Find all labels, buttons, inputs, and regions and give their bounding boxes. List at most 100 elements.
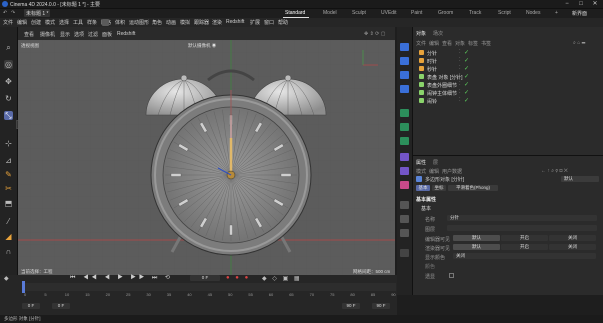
- menu-tools[interactable]: 工具: [73, 19, 83, 26]
- environment-icon[interactable]: [400, 229, 409, 237]
- am-nav-icons[interactable]: ← ↑ ⌕ ⚲ ⊡ ✕: [541, 168, 568, 174]
- live-selection-icon[interactable]: ◎: [4, 60, 13, 69]
- display-color-dropdown[interactable]: 关闭: [453, 253, 596, 259]
- menu-mograph[interactable]: 运动图形: [129, 19, 149, 26]
- effector-icon[interactable]: [400, 137, 409, 145]
- vp-menu-panel[interactable]: 面板: [102, 31, 112, 38]
- tab-paint[interactable]: Paint: [411, 10, 422, 16]
- enabled-check-icon[interactable]: ✓: [464, 89, 469, 96]
- menu-edit[interactable]: 编辑: [17, 19, 27, 26]
- start-frame-field[interactable]: 0 F: [22, 303, 40, 309]
- vp-menu-view[interactable]: 查看: [24, 31, 34, 38]
- tab-nodes[interactable]: Nodes: [526, 10, 540, 16]
- coordinate-system-icon[interactable]: ⊹: [4, 139, 13, 148]
- tab-script[interactable]: Script: [498, 10, 511, 16]
- vp-menu-display[interactable]: 显示: [60, 31, 70, 38]
- enabled-check-icon[interactable]: ✓: [464, 81, 469, 88]
- menu-file[interactable]: 文件: [3, 19, 13, 26]
- knife-icon[interactable]: ✂: [4, 184, 13, 193]
- current-frame-field[interactable]: 0 F: [190, 275, 220, 281]
- redo-icon[interactable]: ↷: [11, 10, 15, 16]
- vis-editor-on[interactable]: 开启: [501, 235, 548, 241]
- spline-pen-icon[interactable]: ✎: [4, 170, 13, 179]
- subsection-basic[interactable]: 基本: [421, 205, 431, 212]
- camera-label[interactable]: 默认摄像机 ◉: [188, 43, 216, 49]
- visibility-dots-icon[interactable]: ⁚: [459, 49, 461, 55]
- menu-mode[interactable]: 模式: [45, 19, 55, 26]
- am-menu-userdata[interactable]: 用户数据: [442, 168, 462, 175]
- tab-uvedit[interactable]: UVEdit: [381, 10, 397, 16]
- 3d-viewport[interactable]: 透视视图 默认摄像机 ◉ 当前选择：工程 网格间距：500 cm: [18, 40, 395, 275]
- om-search-icon[interactable]: ⌕ ⌂ ☰: [573, 40, 585, 46]
- menu-redshift[interactable]: Redshift: [226, 19, 244, 25]
- om-menu-bookmarks[interactable]: 书签: [481, 40, 491, 47]
- playhead[interactable]: [22, 281, 25, 293]
- end-frame-field[interactable]: 90 F: [372, 303, 390, 309]
- document-tab[interactable]: 未标题 1 *: [24, 9, 50, 17]
- menu-simulate[interactable]: 模拟: [180, 19, 190, 26]
- menu-spline[interactable]: 样条: [87, 19, 97, 26]
- spline-icon[interactable]: [400, 57, 409, 65]
- subtab-basic[interactable]: 基本: [416, 185, 430, 191]
- enabled-check-icon[interactable]: ✓: [464, 97, 469, 104]
- field-icon[interactable]: [400, 153, 409, 161]
- vis-render-default[interactable]: 默认: [453, 244, 500, 250]
- am-menu-mode[interactable]: 模式: [416, 168, 426, 175]
- array-icon[interactable]: [400, 85, 409, 93]
- enabled-check-icon[interactable]: ✓: [464, 49, 469, 56]
- new-layout-button[interactable]: 新界面: [572, 10, 587, 17]
- light-icon[interactable]: [400, 215, 409, 223]
- zoom-icon[interactable]: ⌕: [4, 43, 13, 52]
- om-menu-view[interactable]: 查看: [442, 40, 452, 47]
- subtab-coord[interactable]: 坐标: [432, 185, 446, 191]
- object-row[interactable]: 秒针 ⁚ ✓: [413, 65, 603, 73]
- vis-render-on[interactable]: 开启: [501, 244, 548, 250]
- menu-select[interactable]: 选择: [59, 19, 69, 26]
- extrude-icon[interactable]: ⬒: [4, 199, 13, 208]
- menu-create[interactable]: 创建: [31, 19, 41, 26]
- om-menu-object[interactable]: 对象: [455, 40, 465, 47]
- undo-icon[interactable]: ↶: [3, 10, 7, 16]
- object-row[interactable]: 时针 ⁚ ✓: [413, 57, 603, 65]
- am-menu-edit[interactable]: 编辑: [429, 168, 439, 175]
- menu-animation[interactable]: 动画: [166, 19, 176, 26]
- menu-render[interactable]: 渲染: [212, 19, 222, 26]
- object-row[interactable]: 表盘外圈细节 ⁚ ✓: [413, 81, 603, 89]
- axis-icon[interactable]: ⊿: [4, 156, 13, 165]
- visibility-dots-icon[interactable]: ⁚: [459, 65, 461, 71]
- enabled-check-icon[interactable]: ✓: [464, 65, 469, 72]
- vis-render-off[interactable]: 关闭: [549, 244, 596, 250]
- add-layout-icon[interactable]: +: [555, 10, 558, 16]
- object-row[interactable]: 闹钟主体细节 ⁚ ✓: [413, 89, 603, 97]
- tab-model[interactable]: Model: [323, 10, 337, 16]
- menu-window[interactable]: 窗口: [264, 19, 274, 26]
- tab-sculpt[interactable]: Sculpt: [352, 10, 366, 16]
- playback-controls[interactable]: ⏮ ◀◀ ◀ ▶ ▶▶ ⏭ ⟲: [70, 274, 173, 282]
- enabled-check-icon[interactable]: ✓: [464, 73, 469, 80]
- attr-mode-dropdown[interactable]: 默认: [561, 176, 599, 182]
- move-tool-icon[interactable]: [102, 19, 109, 26]
- menu-extensions[interactable]: 扩展: [250, 19, 260, 26]
- object-row[interactable]: 闹铃 ⁚ ✓: [413, 97, 603, 105]
- visibility-dots-icon[interactable]: ⁚: [459, 97, 461, 103]
- layer-field[interactable]: [447, 225, 597, 231]
- magnet-icon[interactable]: ∩: [4, 247, 13, 256]
- vis-editor-off[interactable]: 关闭: [549, 235, 596, 241]
- vp-menu-filter[interactable]: 过滤: [88, 31, 98, 38]
- paint-icon[interactable]: ◢: [4, 232, 13, 241]
- close-button[interactable]: ✕: [588, 0, 602, 9]
- vp-nav-icons[interactable]: ✥ ⇕ ⟳ ▢: [364, 31, 385, 37]
- cube-icon[interactable]: [400, 43, 409, 51]
- vp-menu-cameras[interactable]: 摄像机: [40, 31, 55, 38]
- move-icon[interactable]: ✥: [4, 77, 13, 86]
- menu-volume[interactable]: 体积: [115, 19, 125, 26]
- timeline-ruler[interactable]: [22, 283, 396, 291]
- attributes-title[interactable]: 属性: [416, 159, 426, 166]
- deformer-icon[interactable]: [400, 109, 409, 117]
- scene-icon[interactable]: [400, 167, 409, 175]
- visibility-dots-icon[interactable]: ⁚: [459, 81, 461, 87]
- object-row[interactable]: 分针 ⁚ ✓: [413, 49, 603, 57]
- scale-icon[interactable]: ⤡: [4, 111, 13, 120]
- layers-tab[interactable]: 层: [433, 159, 438, 166]
- tag-icon[interactable]: [400, 249, 409, 257]
